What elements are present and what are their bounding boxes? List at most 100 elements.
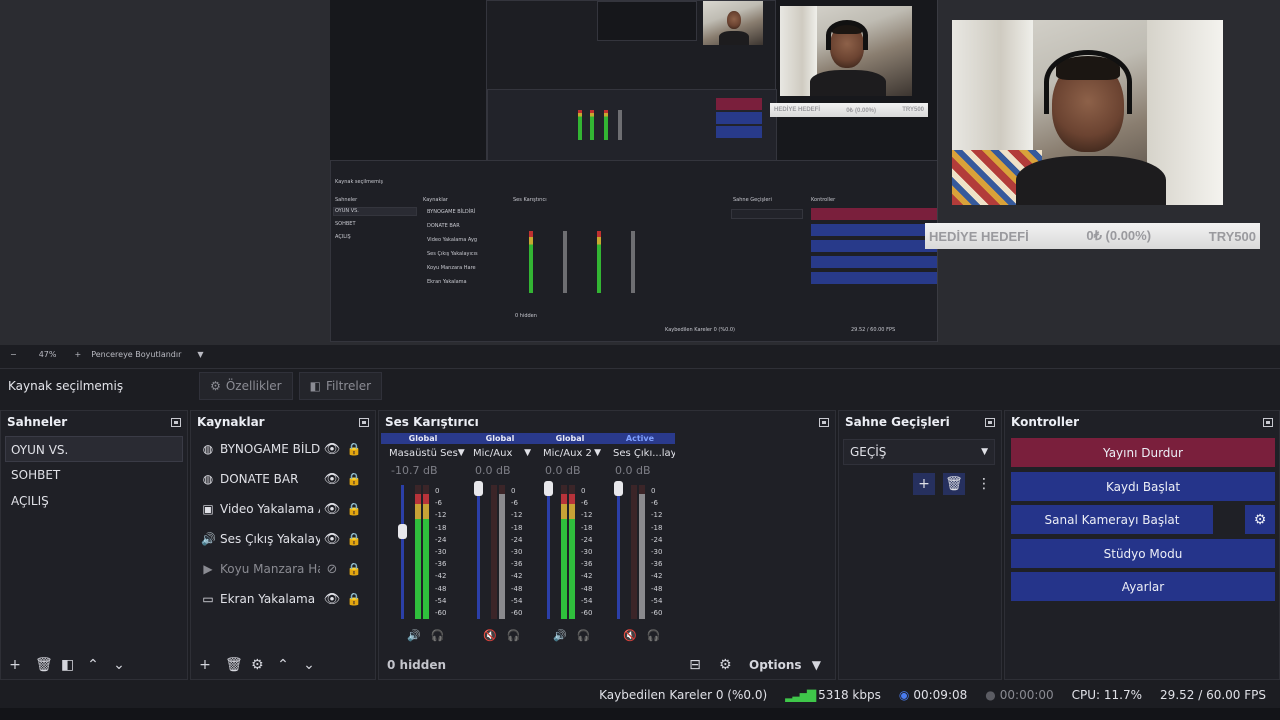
speaker-icon[interactable]: 🔊 (407, 629, 421, 642)
volume-fader[interactable] (617, 485, 620, 619)
scene-item-oyun[interactable]: OYUN VS. (5, 436, 183, 462)
eye-icon[interactable]: 👁 (320, 502, 344, 517)
source-item[interactable]: ▭ Ekran Yakalama 👁 🔒 (191, 584, 375, 614)
add-icon[interactable]: + (9, 657, 21, 673)
layout-icon[interactable]: ⊟ (689, 657, 701, 673)
volume-meter (569, 485, 575, 619)
channel-name-dropdown[interactable]: Mic/Aux 2 ▼ (535, 444, 605, 462)
meter-tick: -24 (511, 535, 523, 544)
meter-tick: -6 (651, 499, 658, 508)
studio-mode-button[interactable]: Stüdyo Modu (1011, 539, 1275, 568)
options-button[interactable]: Options ▼ (749, 658, 821, 672)
nested-webcam (780, 6, 912, 96)
filters-button[interactable]: ◧ Filtreler (298, 371, 383, 400)
os-taskbar (0, 708, 1280, 720)
meter-fill (423, 494, 429, 619)
undock-icon[interactable] (819, 417, 829, 427)
settings-button[interactable]: Ayarlar (1011, 572, 1275, 601)
scene-item-acilis[interactable]: AÇILIŞ (1, 488, 187, 514)
trash-icon[interactable]: 🗑 (943, 473, 965, 495)
trash-icon[interactable]: 🗑 (35, 657, 53, 673)
chevron-up-icon[interactable]: ⌃ (87, 657, 99, 673)
lock-icon[interactable]: 🔒 (344, 532, 364, 546)
lock-icon[interactable]: 🔒 (344, 502, 364, 516)
transition-select[interactable]: GEÇİŞ ▼ (843, 439, 995, 465)
nested-capture-inner (597, 1, 697, 41)
source-item[interactable]: 🔊 Ses Çıkış Yakalayıcıs 👁 🔒 (191, 524, 375, 554)
channel-name-dropdown[interactable]: Mic/Aux ▼ (465, 444, 535, 462)
lock-icon[interactable]: 🔒 (344, 562, 364, 576)
undock-icon[interactable] (171, 417, 181, 427)
meter-tick: -36 (435, 560, 447, 569)
webcam-source[interactable] (952, 20, 1223, 205)
source-item[interactable]: ▣ Video Yakalama Ayg 👁 🔒 (191, 494, 375, 524)
source-item[interactable]: ◍ DONATE BAR 👁 🔒 (191, 464, 375, 494)
meter-tick: -6 (435, 499, 442, 508)
eye-icon[interactable]: 👁 (320, 532, 344, 547)
zoom-in-icon[interactable]: + (74, 350, 81, 359)
fader-handle[interactable] (398, 523, 407, 539)
eye-off-icon[interactable]: ⊘ (320, 562, 344, 577)
filter-icon[interactable]: ◧ (61, 657, 74, 673)
undock-icon[interactable] (1263, 417, 1273, 427)
channel-volume-db: 0.0 dB (475, 464, 511, 477)
source-context-bar: Kaynak seçilmemiş ⚙ Özellikler ◧ Filtrel… (0, 368, 1280, 402)
chevron-up-icon[interactable]: ⌃ (277, 657, 289, 673)
trash-icon[interactable]: 🗑 (225, 657, 243, 673)
muted-speaker-icon[interactable]: 🔇 (623, 629, 637, 642)
fit-to-window[interactable]: Pencereye Boyutlandır (91, 350, 181, 359)
source-item[interactable]: ◍ BYNOGAME BİLDİRİ 👁 🔒 (191, 434, 375, 464)
chevron-down-icon[interactable]: ⌄ (113, 657, 125, 673)
meter-fill (415, 494, 421, 619)
volume-fader[interactable] (477, 485, 480, 619)
headphones-monitor-icon[interactable]: 🎧 (577, 629, 591, 642)
fit-dropdown-icon[interactable]: ▼ (197, 350, 203, 359)
undock-icon[interactable] (359, 417, 369, 427)
fader-handle[interactable] (474, 481, 483, 496)
lock-icon[interactable]: 🔒 (344, 592, 364, 606)
volume-fader[interactable] (401, 485, 404, 619)
start-virtual-camera-button[interactable]: Sanal Kamerayı Başlat (1011, 505, 1213, 534)
eye-icon[interactable]: 👁 (320, 442, 344, 457)
add-icon[interactable]: + (199, 657, 211, 673)
eye-icon[interactable]: 👁 (320, 472, 344, 487)
channel-name-dropdown[interactable]: Masaüstü Ses ▼ (381, 444, 465, 462)
preview-area[interactable]: HEDİYE HEDEFİ 0₺ (0.00%) TRY500 Kaynak s… (0, 0, 1280, 345)
muted-speaker-icon[interactable]: 🔇 (483, 629, 497, 642)
add-transition-icon[interactable]: + (913, 473, 935, 495)
meter-tick: 0 (581, 487, 586, 495)
speaker-icon[interactable]: 🔊 (553, 629, 567, 642)
stop-stream-button[interactable]: Yayını Durdur (1011, 438, 1275, 467)
scene-item-sohbet[interactable]: SOHBET (1, 462, 187, 488)
volume-fader[interactable] (547, 485, 550, 619)
stream-time: 00:09:08 (913, 688, 968, 702)
headphones-monitor-icon[interactable]: 🎧 (431, 629, 445, 642)
fader-handle[interactable] (544, 481, 553, 496)
preview-canvas[interactable]: HEDİYE HEDEFİ 0₺ (0.00%) TRY500 Kaynak s… (330, 0, 938, 342)
advanced-audio-icon[interactable]: ⚙ (719, 657, 732, 673)
chevron-down-icon[interactable]: ⌄ (303, 657, 315, 673)
undock-icon[interactable] (985, 417, 995, 427)
start-record-button[interactable]: Kaydı Başlat (1011, 472, 1275, 501)
meter-tick: -60 (581, 609, 593, 618)
cpu-usage: CPU: 11.7% (1071, 688, 1143, 702)
chevron-down-icon: ▼ (594, 448, 601, 458)
status-bar: Kaybedilen Kareler 0 (%0.0) ▂▃▅▇ 5318 kbp… (0, 684, 1280, 706)
lock-icon[interactable]: 🔒 (344, 472, 364, 486)
gear-icon[interactable]: ⚙ (251, 657, 264, 673)
lock-icon[interactable]: 🔒 (344, 442, 364, 456)
fader-handle[interactable] (614, 481, 623, 496)
more-vertical-icon[interactable]: ⋮ (973, 473, 995, 495)
properties-button[interactable]: ⚙ Özellikler (199, 371, 293, 400)
channel-name-dropdown[interactable]: Ses Çıkı...layıcısı▼ (605, 444, 675, 462)
eye-icon[interactable]: 👁 (320, 592, 344, 607)
donate-goal-bar[interactable]: HEDİYE HEDEFİ 0₺ (0.00%) TRY500 (925, 223, 1260, 249)
zoom-out-icon[interactable]: − (10, 350, 17, 359)
virtual-camera-settings-icon[interactable]: ⚙ (1245, 505, 1275, 534)
meter-tick: -18 (581, 523, 593, 532)
headphones-monitor-icon[interactable]: 🎧 (507, 629, 521, 642)
headphones-monitor-icon[interactable]: 🎧 (647, 629, 661, 642)
source-item[interactable]: ▶ Koyu Manzara Hare ⊘ 🔒 (191, 554, 375, 584)
meter-fill (499, 494, 505, 619)
meter-tick: -30 (651, 548, 663, 557)
